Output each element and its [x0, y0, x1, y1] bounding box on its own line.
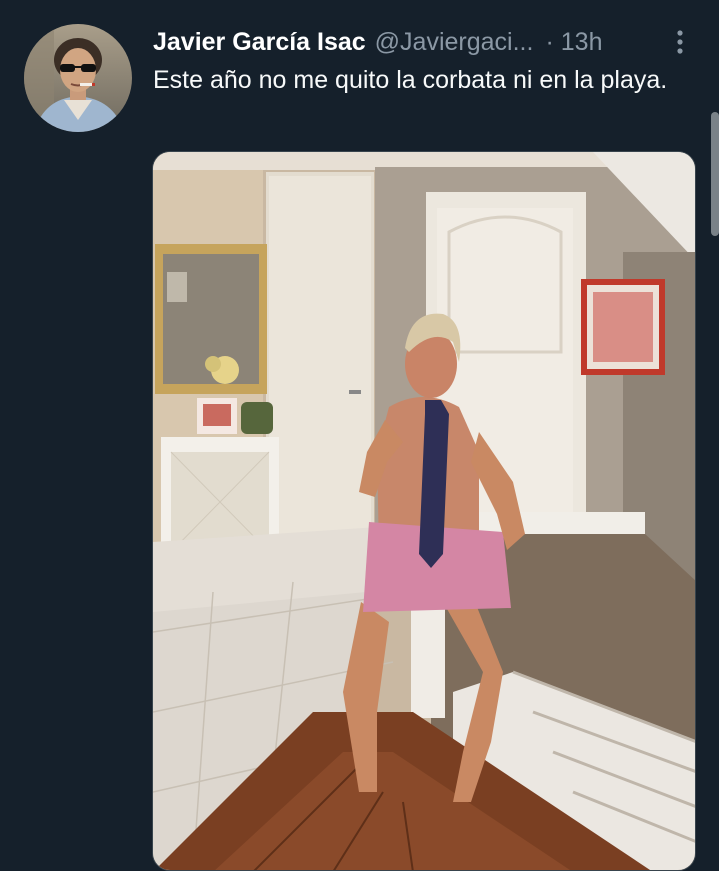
tweet-header: Javier García Isac @Javiergaci... · 13h — [153, 24, 698, 60]
more-vertical-icon — [677, 30, 683, 54]
author-name[interactable]: Javier García Isac — [153, 28, 366, 57]
scrollbar-thumb[interactable] — [711, 112, 719, 236]
more-options-button[interactable] — [662, 24, 698, 60]
tweet-timestamp[interactable]: 13h — [561, 28, 603, 57]
tweet-photo[interactable] — [152, 151, 696, 871]
separator-dot: · — [545, 27, 554, 56]
photo-image — [153, 152, 695, 870]
author-handle[interactable]: @Javiergaci... — [375, 28, 534, 57]
tweet-card[interactable]: Javier García Isac @Javiergaci... · 13h … — [0, 0, 719, 871]
author-avatar[interactable] — [24, 24, 132, 132]
tweet-text: Este año no me quito la corbata ni en la… — [153, 66, 668, 94]
avatar-photo — [24, 24, 132, 132]
